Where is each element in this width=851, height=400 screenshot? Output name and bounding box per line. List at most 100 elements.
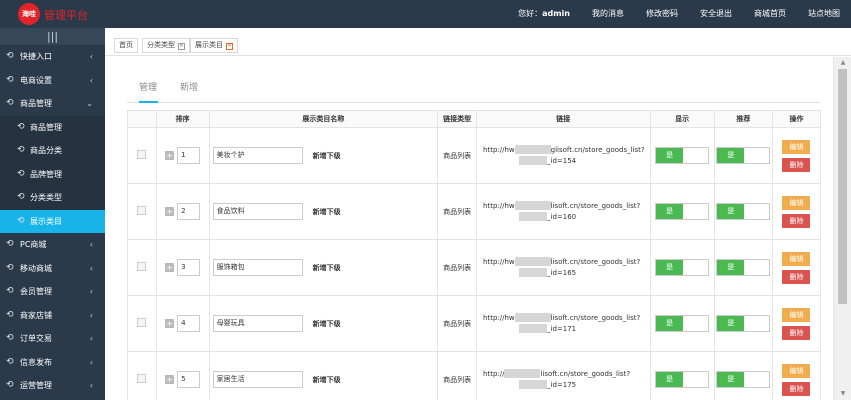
edit-button[interactable]: 编辑 [782, 251, 811, 266]
content-tabs: 管理 新增 [127, 81, 821, 103]
tab-add[interactable]: 新增 [180, 81, 198, 103]
delete-button[interactable]: 删除 [782, 157, 811, 172]
recommend-toggle[interactable]: 是 [716, 371, 771, 388]
edit-button[interactable]: 编辑 [782, 139, 811, 154]
store-home-link[interactable]: 商城首页 [743, 0, 797, 28]
sidebar-item[interactable]: ⟲ 订单交易 ‹ [0, 327, 105, 351]
sort-input[interactable]: 2 [177, 203, 201, 220]
page-tab-category-type[interactable]: 分类类型 ✕ [142, 38, 190, 53]
sidebar-item[interactable]: ⟲ 商家店铺 ‹ [0, 304, 105, 328]
sort-input[interactable]: 5 [177, 371, 201, 388]
expand-plus-icon[interactable]: + [165, 375, 175, 384]
name-cell: 食品饮料 新增下级 [208, 183, 439, 240]
site-map-link[interactable]: 站点地图 [797, 0, 851, 28]
row-checkbox[interactable] [137, 150, 147, 159]
edit-button[interactable]: 编辑 [782, 307, 811, 322]
link-type-cell: 商品列表 [437, 183, 478, 240]
recommend-cell: 是 [713, 351, 773, 400]
category-name-input[interactable]: 家居生活 [212, 371, 303, 388]
sidebar-item[interactable]: ⟲ 信息发布 ‹ [0, 351, 105, 375]
close-icon[interactable]: ✕ [178, 43, 185, 50]
sidebar-item[interactable]: ⟲ 展示类目 [0, 209, 105, 233]
chevron-left-icon: ‹ [89, 240, 93, 249]
add-sub-button[interactable]: 新增下级 [313, 375, 341, 385]
show-toggle[interactable]: 是 [655, 259, 710, 276]
category-name-input[interactable]: 食品饮料 [212, 203, 303, 220]
recommend-toggle[interactable]: 是 [716, 203, 771, 220]
add-sub-button[interactable]: 新增下级 [313, 319, 341, 329]
row-checkbox[interactable] [137, 374, 147, 383]
my-messages-link[interactable]: 我的消息 [581, 0, 635, 28]
add-sub-button[interactable]: 新增下级 [313, 263, 341, 273]
sidebar-item[interactable]: ⟲ 商品管理 [0, 115, 105, 139]
sidebar-toggle-button[interactable]: ||| [0, 28, 105, 45]
logout-link[interactable]: 安全退出 [689, 0, 743, 28]
recommend-toggle[interactable]: 是 [716, 315, 771, 332]
edit-button[interactable]: 编辑 [782, 363, 811, 378]
page-tab-home[interactable]: 首页 [114, 38, 138, 53]
recommend-toggle[interactable]: 是 [716, 259, 771, 276]
row-checkbox[interactable] [137, 318, 147, 327]
delete-button[interactable]: 删除 [782, 213, 811, 228]
sidebar-item[interactable]: ⟲ PC商城 ‹ [0, 233, 105, 257]
delete-button[interactable]: 删除 [782, 381, 811, 396]
sidebar-item[interactable]: ⟲ 移动商城 ‹ [0, 257, 105, 281]
header-actions: 操作 [771, 110, 822, 128]
link-type-cell: 商品列表 [437, 239, 478, 296]
sidebar-item-label: 商品管理 [30, 122, 62, 132]
scroll-down-icon[interactable]: ▼ [834, 388, 851, 400]
sidebar-item[interactable]: ⟲ 快捷入口 ‹ [0, 45, 105, 69]
close-icon[interactable]: ✕ [226, 43, 233, 50]
toggle-on-label: 是 [656, 316, 684, 331]
sidebar-item[interactable]: ⟲ 商品分类 [0, 139, 105, 163]
row-checkbox[interactable] [137, 262, 147, 271]
actions-cell: 编辑 删除 [771, 351, 822, 400]
category-name-input[interactable]: 服饰箱包 [212, 259, 303, 276]
expand-plus-icon[interactable]: + [165, 207, 175, 216]
scroll-up-icon[interactable]: ▲ [834, 57, 851, 69]
table-row: +3 服饰箱包 新增下级 商品列表 http://hw lisoft.cn/store_g… [127, 239, 822, 296]
sort-input[interactable]: 4 [177, 315, 201, 332]
menu-link-icon: ⟲ [6, 239, 14, 249]
vertical-scrollbar[interactable]: ▲ ▼ [833, 57, 851, 400]
change-password-link[interactable]: 修改密码 [635, 0, 689, 28]
edit-button[interactable]: 编辑 [782, 195, 811, 210]
username: admin [542, 9, 570, 18]
link-prefix: http://hw [483, 257, 515, 266]
delete-button[interactable]: 删除 [782, 269, 811, 284]
redacted-block [514, 145, 551, 154]
add-sub-button[interactable]: 新增下级 [313, 151, 341, 161]
sidebar-item[interactable]: ⟲ 运营管理 ‹ [0, 374, 105, 398]
show-toggle[interactable]: 是 [655, 315, 710, 332]
expand-plus-icon[interactable]: + [165, 263, 175, 272]
sort-input[interactable]: 3 [177, 259, 201, 276]
category-name-input[interactable]: 母婴玩具 [212, 315, 303, 332]
toggle-on-label: 是 [717, 316, 745, 331]
header-link-type: 链接类型 [437, 110, 478, 128]
category-name-input[interactable]: 美妆个护 [212, 147, 303, 164]
row-checkbox[interactable] [137, 206, 147, 215]
scrollbar-thumb[interactable] [838, 69, 847, 304]
show-toggle[interactable]: 是 [655, 147, 710, 164]
sidebar-item[interactable]: ⟲ 电商设置 ‹ [0, 69, 105, 93]
tab-manage[interactable]: 管理 [139, 81, 158, 103]
sidebar-item[interactable]: ⟲ 分类类型 [0, 186, 105, 210]
link-cell: http://hw glisoft.cn/store_goods_list? _id… [476, 127, 651, 184]
sidebar-item[interactable]: ⟲ 品牌管理 [0, 162, 105, 186]
page-tab-display-category[interactable]: 展示类目 ✕ [190, 38, 238, 53]
sidebar-item-label: 分类类型 [30, 193, 62, 202]
sort-cell: +4 [155, 295, 210, 352]
sort-input[interactable]: 1 [177, 147, 201, 164]
toggle-on-label: 是 [717, 204, 745, 219]
sidebar-item[interactable]: ⟲ 商品管理 ⌄ [0, 92, 105, 116]
show-toggle[interactable]: 是 [655, 203, 710, 220]
delete-button[interactable]: 删除 [782, 325, 811, 340]
logo-icon: 海哇 [18, 3, 40, 25]
add-sub-button[interactable]: 新增下级 [313, 207, 341, 217]
expand-plus-icon[interactable]: + [165, 151, 175, 160]
table-row: +4 母婴玩具 新增下级 商品列表 http://hw lisoft.cn/store_g… [127, 295, 822, 352]
expand-plus-icon[interactable]: + [165, 319, 175, 328]
show-toggle[interactable]: 是 [655, 371, 710, 388]
recommend-toggle[interactable]: 是 [716, 147, 771, 164]
sidebar-item[interactable]: ⟲ 会员管理 ‹ [0, 280, 105, 304]
